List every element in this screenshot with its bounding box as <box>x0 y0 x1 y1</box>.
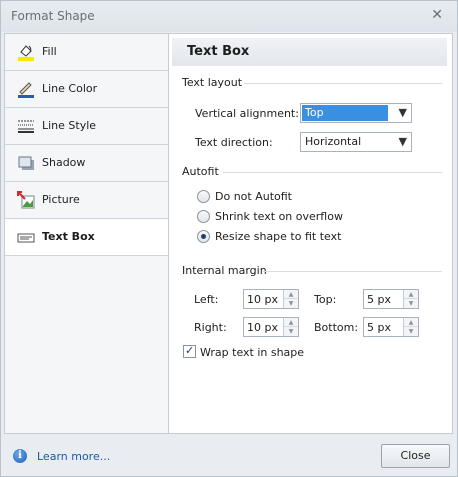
line-style-icon <box>17 117 35 135</box>
vertical-alignment-value: Top <box>302 105 388 121</box>
vertical-alignment-label: Vertical alignment: <box>195 107 299 120</box>
radio-button-selected[interactable] <box>197 230 210 243</box>
internal-margin-heading: Internal margin <box>182 264 267 277</box>
right-margin-spinner[interactable]: 10 px ▲ ▼ <box>243 317 299 337</box>
spin-up-icon[interactable]: ▲ <box>404 318 418 327</box>
radio-label: Do not Autofit <box>215 190 292 203</box>
spinner-buttons: ▲ ▼ <box>403 318 418 336</box>
panel-header: Text Box <box>172 38 447 66</box>
info-icon: i <box>13 449 27 463</box>
learn-more-link[interactable]: Learn more... <box>37 450 110 463</box>
chevron-down-icon: ▼ <box>398 106 407 119</box>
wrap-text-checkbox[interactable]: ✓ <box>183 344 196 358</box>
radio-button[interactable] <box>197 190 210 203</box>
top-margin-label: Top: <box>314 293 337 306</box>
left-margin-spinner[interactable]: 10 px ▲ ▼ <box>243 289 299 309</box>
left-margin-label: Left: <box>194 293 219 306</box>
sidebar-item-label: Shadow <box>42 156 86 169</box>
divider <box>263 271 442 272</box>
right-margin-label: Right: <box>194 321 227 334</box>
top-margin-value: 5 px <box>367 293 391 306</box>
spinner-buttons: ▲ ▼ <box>283 318 298 336</box>
divider <box>223 172 442 173</box>
sidebar-item-label: Picture <box>42 193 80 206</box>
sidebar-item-label: Line Style <box>42 119 97 132</box>
radio-label: Shrink text on overflow <box>215 210 343 223</box>
spin-down-icon[interactable]: ▼ <box>284 327 298 336</box>
spin-up-icon[interactable]: ▲ <box>284 318 298 327</box>
text-box-icon <box>17 228 35 246</box>
title-bar: Format Shape ✕ <box>1 1 457 32</box>
radio-button[interactable] <box>197 210 210 223</box>
picture-icon <box>17 191 35 209</box>
spin-up-icon[interactable]: ▲ <box>284 290 298 299</box>
bottom-margin-label: Bottom: <box>314 321 359 334</box>
format-shape-dialog: Format Shape ✕ Fill Line Color Line Styl… <box>0 0 458 477</box>
close-icon[interactable]: ✕ <box>431 7 443 23</box>
wrap-text-label[interactable]: Wrap text in shape <box>200 346 304 359</box>
sidebar-item-line-color[interactable]: Line Color <box>5 71 168 108</box>
bottom-margin-value: 5 px <box>367 321 391 334</box>
category-sidebar: Fill Line Color Line Style Shadow Pictur… <box>4 33 169 434</box>
text-direction-value: Horizontal <box>305 135 362 148</box>
chevron-down-icon: ▼ <box>398 135 407 148</box>
spin-up-icon[interactable]: ▲ <box>404 290 418 299</box>
top-margin-spinner[interactable]: 5 px ▲ ▼ <box>363 289 419 309</box>
sidebar-item-label: Fill <box>42 45 57 58</box>
spin-down-icon[interactable]: ▼ <box>404 327 418 336</box>
spin-down-icon[interactable]: ▼ <box>284 299 298 308</box>
sidebar-item-shadow[interactable]: Shadow <box>5 145 168 182</box>
sidebar-item-picture[interactable]: Picture <box>5 182 168 219</box>
sidebar-item-fill[interactable]: Fill <box>5 34 168 71</box>
checkmark-icon: ✓ <box>185 344 195 357</box>
spin-down-icon[interactable]: ▼ <box>404 299 418 308</box>
left-margin-value: 10 px <box>247 293 278 306</box>
sidebar-item-text-box[interactable]: Text Box <box>5 219 168 256</box>
dialog-title: Format Shape <box>11 9 95 23</box>
close-button[interactable]: Close <box>381 444 450 468</box>
autofit-heading: Autofit <box>182 165 219 178</box>
sidebar-item-line-style[interactable]: Line Style <box>5 108 168 145</box>
bottom-margin-spinner[interactable]: 5 px ▲ ▼ <box>363 317 419 337</box>
fill-bucket-icon <box>17 43 35 61</box>
right-margin-value: 10 px <box>247 321 278 334</box>
line-color-icon <box>17 80 35 98</box>
spinner-buttons: ▲ ▼ <box>283 290 298 308</box>
text-box-panel: Text Box Text layout Vertical alignment:… <box>169 33 453 434</box>
spinner-buttons: ▲ ▼ <box>403 290 418 308</box>
divider <box>244 83 442 84</box>
shadow-icon <box>17 154 35 172</box>
text-direction-label: Text direction: <box>195 136 273 149</box>
text-direction-select[interactable]: Horizontal ▼ <box>300 132 412 152</box>
radio-label: Resize shape to fit text <box>215 230 342 243</box>
sidebar-item-label: Text Box <box>42 230 95 243</box>
sidebar-item-label: Line Color <box>42 82 98 95</box>
vertical-alignment-select[interactable]: Top ▼ <box>300 103 412 123</box>
text-layout-heading: Text layout <box>182 76 243 89</box>
panel-title: Text Box <box>187 44 250 59</box>
